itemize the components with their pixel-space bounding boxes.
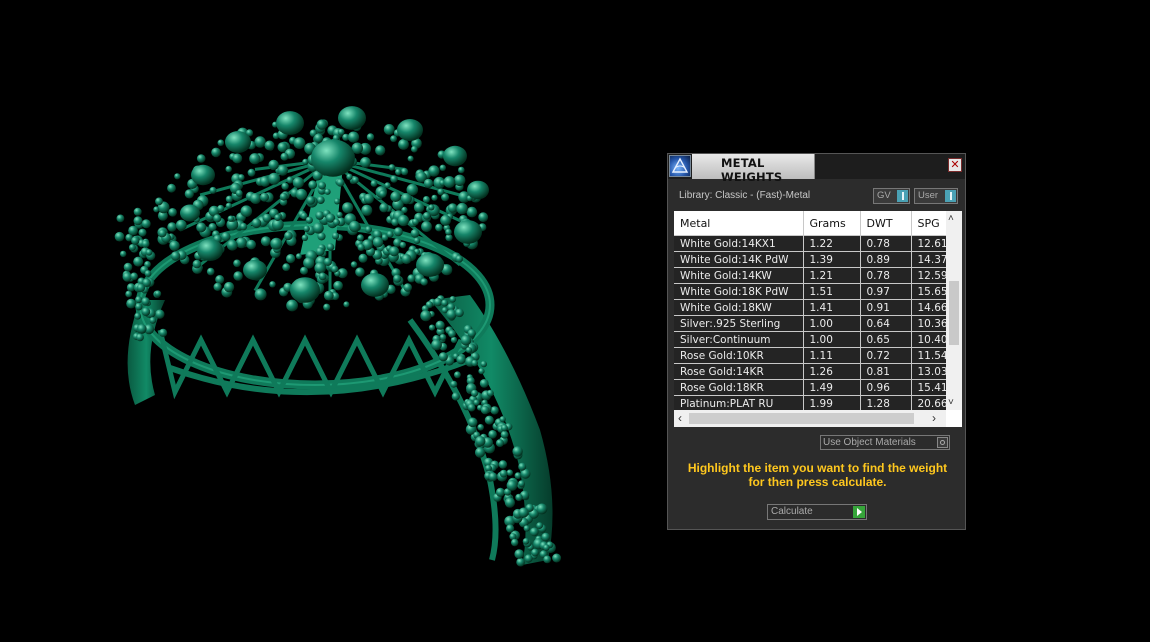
table-cell: Rose Gold:14KR	[674, 363, 804, 380]
calculate-label: Calculate	[771, 506, 813, 517]
table-cell: 0.78	[860, 235, 912, 252]
table-cell: 1.21	[803, 267, 861, 284]
table-cell: 10.40	[911, 331, 946, 348]
vertical-scrollbar[interactable]: ˄ ˅	[946, 211, 962, 410]
table-cell: 1.28	[860, 395, 912, 410]
table-row[interactable]: Rose Gold:18KR 1.49 0.96 15.41	[674, 379, 946, 396]
table-cell: 0.65	[860, 331, 912, 348]
table-row[interactable]: White Gold:18K PdW 1.51 0.97 15.65	[674, 283, 946, 300]
table-cell: 10.36	[911, 315, 946, 332]
table-cell: 15.41	[911, 379, 946, 396]
table-cell: White Gold:18KW	[674, 299, 804, 316]
scroll-up-icon[interactable]: ˄	[948, 213, 954, 224]
table-cell: 0.97	[860, 283, 912, 300]
column-header-dwt[interactable]: DWT	[860, 211, 912, 236]
table-cell: Rose Gold:18KR	[674, 379, 804, 396]
close-button[interactable]: ✕	[948, 158, 962, 172]
table-cell: 1.39	[803, 251, 861, 268]
vertical-scroll-thumb[interactable]	[949, 281, 959, 345]
table-cell: 1.00	[803, 331, 861, 348]
horizontal-scroll-thumb[interactable]	[689, 413, 914, 424]
table-cell: 1.00	[803, 315, 861, 332]
use-object-materials-label: Use Object Materials	[823, 437, 916, 448]
toggle-knob-icon	[897, 190, 908, 202]
table-cell: 1.11	[803, 347, 861, 364]
dialog-titlebar[interactable]: METAL WEIGHTS ✕	[668, 154, 965, 184]
table-row[interactable]: Rose Gold:10KR 1.11 0.72 11.54	[674, 347, 946, 364]
horizontal-scrollbar[interactable]: ‹ ›	[674, 410, 946, 427]
table-cell: 12.61	[911, 235, 946, 252]
table-cell: 0.89	[860, 251, 912, 268]
table-cell: 1.99	[803, 395, 861, 410]
title-tab: METAL WEIGHTS	[692, 154, 815, 184]
table-cell: 14.66	[911, 299, 946, 316]
table-cell: 13.03	[911, 363, 946, 380]
metal-grid: Metal Grams DWT SPG White Gold:14KX1 1.22 0.7…	[674, 211, 946, 410]
table-header-row: Metal Grams DWT SPG	[674, 211, 946, 236]
radio-icon[interactable]	[937, 437, 948, 448]
table-cell: White Gold:14KX1	[674, 235, 804, 252]
table-cell: Silver:.925 Sterling	[674, 315, 804, 332]
table-cell: White Gold:14K PdW	[674, 251, 804, 268]
table-cell: 12.59	[911, 267, 946, 284]
table-cell: 20.66	[911, 395, 946, 410]
gv-toggle-label: GV	[877, 190, 891, 201]
table-row[interactable]: White Gold:14K PdW 1.39 0.89 14.37	[674, 251, 946, 268]
app-logo-icon	[669, 155, 691, 177]
table-row[interactable]: Silver:Continuum 1.00 0.65 10.40	[674, 331, 946, 348]
user-toggle[interactable]: User	[914, 188, 958, 204]
table-cell: 1.49	[803, 379, 861, 396]
table-cell: 0.78	[860, 267, 912, 284]
table-cell: Silver:Continuum	[674, 331, 804, 348]
play-arrow-icon	[853, 506, 865, 518]
calculate-button[interactable]: Calculate	[767, 504, 867, 520]
table-row[interactable]: White Gold:14KX1 1.22 0.78 12.61	[674, 235, 946, 252]
ring-model	[114, 106, 562, 567]
scroll-left-icon[interactable]: ‹	[678, 411, 682, 425]
gv-toggle[interactable]: GV	[873, 188, 910, 204]
metal-table: Metal Grams DWT SPG White Gold:14KX1 1.22 0.7…	[674, 211, 962, 427]
table-cell: Rose Gold:10KR	[674, 347, 804, 364]
user-toggle-label: User	[918, 190, 939, 201]
3d-viewport[interactable]	[0, 0, 660, 642]
toggle-knob-icon	[945, 190, 956, 202]
scroll-right-icon[interactable]: ›	[932, 411, 936, 425]
column-header-spg[interactable]: SPG	[911, 211, 946, 236]
table-cell: White Gold:14KW	[674, 267, 804, 284]
table-cell: 1.51	[803, 283, 861, 300]
column-header-grams[interactable]: Grams	[803, 211, 861, 236]
table-cell: 0.96	[860, 379, 912, 396]
instruction-text: Highlight the item you want to find the …	[687, 461, 948, 489]
table-cell: 14.37	[911, 251, 946, 268]
table-cell: 15.65	[911, 283, 946, 300]
scroll-down-icon[interactable]: ˅	[948, 397, 954, 408]
table-cell: 1.22	[803, 235, 861, 252]
table-cell: 1.41	[803, 299, 861, 316]
table-cell: Platinum:PLAT RU	[674, 395, 804, 410]
column-header-metal[interactable]: Metal	[674, 211, 804, 236]
table-cell: 1.26	[803, 363, 861, 380]
metal-weights-dialog: METAL WEIGHTS ✕ Library: Classic - (Fast…	[667, 153, 966, 530]
table-cell: 0.64	[860, 315, 912, 332]
dialog-title: METAL WEIGHTS	[721, 156, 783, 184]
use-object-materials-option[interactable]: Use Object Materials	[820, 435, 950, 450]
table-row[interactable]: Rose Gold:14KR 1.26 0.81 13.03	[674, 363, 946, 380]
table-cell: 0.72	[860, 347, 912, 364]
table-cell: 0.81	[860, 363, 912, 380]
table-row[interactable]: Platinum:PLAT RU 1.99 1.28 20.66	[674, 395, 946, 410]
library-label: Library: Classic - (Fast)-Metal	[679, 190, 811, 201]
table-row[interactable]: White Gold:14KW 1.21 0.78 12.59	[674, 267, 946, 284]
table-row[interactable]: Silver:.925 Sterling 1.00 0.64 10.36	[674, 315, 946, 332]
table-cell: White Gold:18K PdW	[674, 283, 804, 300]
table-row[interactable]: White Gold:18KW 1.41 0.91 14.66	[674, 299, 946, 316]
table-cell: 0.91	[860, 299, 912, 316]
close-icon: ✕	[950, 159, 960, 171]
table-cell: 11.54	[911, 347, 946, 364]
